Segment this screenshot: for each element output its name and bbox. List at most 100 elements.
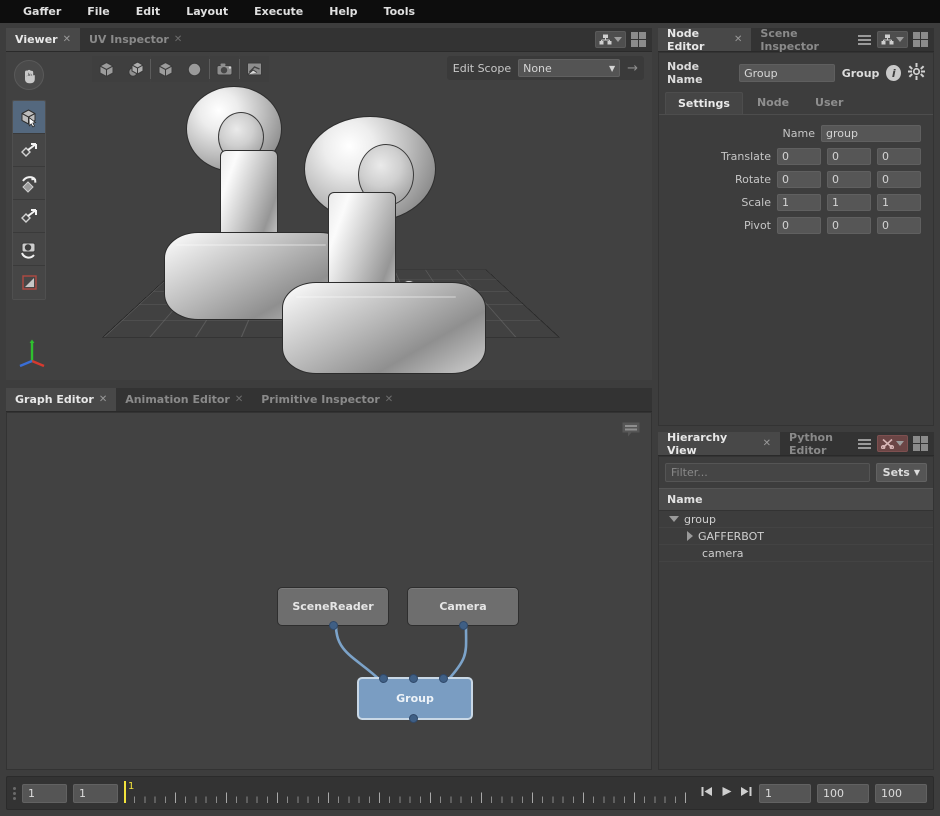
close-icon[interactable]: ✕	[63, 34, 71, 45]
expander-triangle-icon[interactable]	[669, 516, 679, 522]
playback-start-input[interactable]: 1	[759, 783, 811, 803]
viewer-3d-viewport[interactable]: Edit Scope None ▼ →	[6, 52, 652, 380]
timeline-ruler[interactable]: 1	[124, 780, 694, 806]
menu-item-help[interactable]: Help	[316, 2, 370, 21]
tab-graph-editor[interactable]: Graph Editor ✕	[6, 388, 117, 411]
node-link-icon	[881, 34, 894, 45]
menu-item-layout[interactable]: Layout	[173, 2, 241, 21]
node-scenereader[interactable]: SceneReader	[277, 587, 389, 630]
close-icon[interactable]: ✕	[763, 438, 771, 449]
shaded-sphere-icon[interactable]	[121, 56, 150, 82]
menu-item-execute[interactable]: Execute	[241, 2, 316, 21]
sets-dropdown-button[interactable]: Sets ▼	[875, 463, 927, 482]
node-output-plug[interactable]	[329, 621, 338, 630]
node-editor-node-link-dropdown[interactable]	[877, 31, 908, 48]
hierarchy-row-gafferbot[interactable]: GAFFERBOT	[659, 528, 933, 545]
frame-start-input[interactable]: 1	[22, 783, 67, 803]
translate-tool[interactable]	[13, 134, 45, 167]
bounding-box-icon[interactable]	[92, 56, 121, 82]
tab-primitive-inspector[interactable]: Primitive Inspector ✕	[252, 388, 402, 411]
hierarchy-row-camera[interactable]: camera	[659, 545, 933, 562]
tab-python-editor[interactable]: Python Editor	[780, 432, 856, 455]
param-input-pivot-y[interactable]: 0	[827, 217, 871, 234]
param-row-name: Name group	[659, 125, 921, 142]
param-input-translate-z[interactable]: 0	[877, 148, 921, 165]
expander-triangle-icon[interactable]	[687, 531, 693, 541]
hierarchy-pin-dropdown[interactable]	[877, 435, 908, 452]
edit-scope-dropdown[interactable]: None ▼	[518, 59, 621, 77]
play-icon[interactable]	[720, 785, 733, 801]
select-tool[interactable]	[13, 101, 45, 134]
node-input-plug-2[interactable]	[439, 674, 448, 683]
param-input-scale-x[interactable]: 1	[777, 194, 821, 211]
param-input-pivot-x[interactable]: 0	[777, 217, 821, 234]
param-input-translate-y[interactable]: 0	[827, 148, 871, 165]
tab-scene-inspector[interactable]: Scene Inspector	[751, 27, 856, 53]
node-name-input[interactable]: Group	[739, 64, 835, 82]
param-input-scale-y[interactable]: 1	[827, 194, 871, 211]
menu-item-file[interactable]: File	[74, 2, 123, 21]
param-input-rotate-x[interactable]: 0	[777, 171, 821, 188]
pan-hand-tool[interactable]	[14, 60, 44, 90]
sphere-icon[interactable]	[180, 56, 209, 82]
edit-scope-value: None	[523, 61, 552, 75]
node-camera[interactable]: Camera	[407, 587, 519, 630]
viewer-display-toolbar	[92, 56, 269, 82]
edit-scope-go-icon[interactable]: →	[627, 61, 638, 76]
param-input-scale-z[interactable]: 1	[877, 194, 921, 211]
hierarchy-layout-button[interactable]	[912, 436, 929, 452]
param-input-pivot-z[interactable]: 0	[877, 217, 921, 234]
range-end-input[interactable]: 100	[875, 783, 927, 803]
main-menu-bar: Gaffer File Edit Layout Execute Help Too…	[0, 0, 940, 23]
node-input-plug-0[interactable]	[379, 674, 388, 683]
subtab-node[interactable]: Node	[745, 92, 801, 114]
skip-to-start-icon[interactable]	[700, 785, 713, 801]
param-input-translate-x[interactable]: 0	[777, 148, 821, 165]
hierarchy-tab-bar: Hierarchy View ✕ Python Editor	[658, 431, 934, 457]
node-output-plug[interactable]	[409, 714, 418, 723]
node-editor-layout-button[interactable]	[912, 32, 929, 48]
subtab-user[interactable]: User	[803, 92, 855, 114]
scale-tool[interactable]	[13, 200, 45, 233]
drag-grip-icon[interactable]	[13, 786, 16, 800]
wireframe-cube-icon[interactable]	[151, 56, 180, 82]
tab-viewer[interactable]: Viewer ✕	[6, 28, 80, 51]
crop-window-tool[interactable]	[13, 266, 45, 299]
viewer-node-link-dropdown[interactable]	[595, 31, 626, 48]
node-output-plug[interactable]	[459, 621, 468, 630]
camera-tool[interactable]	[13, 233, 45, 266]
gear-icon[interactable]	[908, 63, 926, 83]
timeline-playhead[interactable]: 1	[124, 781, 134, 803]
camera-icon[interactable]	[210, 56, 239, 82]
node-editor-menu-button[interactable]	[856, 32, 873, 48]
param-input-name[interactable]: group	[821, 125, 921, 142]
skip-to-end-icon[interactable]	[740, 785, 753, 801]
close-icon[interactable]: ✕	[174, 34, 182, 45]
menu-item-edit[interactable]: Edit	[123, 2, 173, 21]
close-icon[interactable]: ✕	[385, 394, 393, 405]
tab-hierarchy-view[interactable]: Hierarchy View ✕	[658, 431, 780, 457]
menu-item-gaffer[interactable]: Gaffer	[10, 2, 74, 21]
param-input-rotate-y[interactable]: 0	[827, 171, 871, 188]
frame-current-input[interactable]: 1	[73, 783, 118, 803]
layers-icon[interactable]	[240, 56, 269, 82]
rotate-tool[interactable]	[13, 167, 45, 200]
info-icon[interactable]: i	[886, 65, 902, 81]
playback-end-input[interactable]: 100	[817, 783, 869, 803]
viewer-layout-button[interactable]	[630, 32, 647, 48]
hierarchy-menu-button[interactable]	[856, 436, 873, 452]
node-graph-canvas[interactable]: SceneReader Camera Group	[6, 412, 652, 770]
tab-animation-editor[interactable]: Animation Editor ✕	[116, 388, 252, 411]
close-icon[interactable]: ✕	[99, 394, 107, 405]
close-icon[interactable]: ✕	[734, 34, 742, 45]
node-input-plug-1[interactable]	[409, 674, 418, 683]
hierarchy-row-group[interactable]: group	[659, 511, 933, 528]
hierarchy-filter-input[interactable]: Filter...	[665, 463, 870, 482]
close-icon[interactable]: ✕	[235, 394, 243, 405]
node-group[interactable]: Group	[357, 674, 473, 723]
tab-node-editor[interactable]: Node Editor ✕	[658, 27, 752, 53]
tab-uv-inspector[interactable]: UV Inspector ✕	[80, 28, 191, 51]
subtab-settings[interactable]: Settings	[665, 92, 743, 114]
param-input-rotate-z[interactable]: 0	[877, 171, 921, 188]
menu-item-tools[interactable]: Tools	[371, 2, 428, 21]
